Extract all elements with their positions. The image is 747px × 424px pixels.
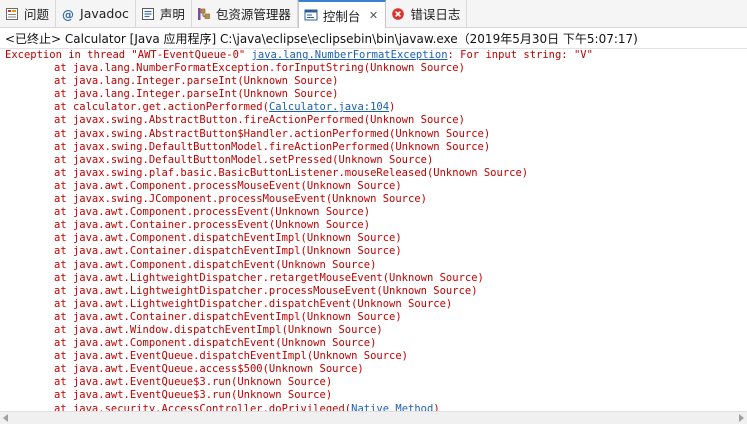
- package-explorer-icon: [197, 7, 211, 21]
- stack-frame-line: at java.awt.Component.dispatchEvent(Unkn…: [5, 337, 747, 350]
- source-file-link[interactable]: Calculator.java:104: [269, 101, 389, 113]
- stack-frame-line: at javax.swing.plaf.basic.BasicButtonLis…: [5, 167, 747, 180]
- stack-frame-text: at java.security.AccessController.doPriv…: [54, 402, 352, 411]
- stack-frame-line: at java.awt.Window.dispatchEventImpl(Unk…: [5, 324, 747, 337]
- stack-frame-text: at java.lang.Integer.parseInt(Unknown So…: [54, 75, 339, 88]
- stack-frame-text: at java.awt.Component.dispatchEvent(Unkn…: [54, 337, 377, 350]
- stack-frame-line: at javax.swing.AbstractButton$Handler.ac…: [5, 128, 747, 141]
- stack-frame-text: at javax.swing.JComponent.processMouseEv…: [54, 193, 427, 206]
- svg-text:@: @: [62, 8, 74, 21]
- scroll-left-arrow-icon[interactable]: [3, 414, 8, 422]
- stack-frame-text: at calculator.get.actionPerformed(: [54, 101, 269, 114]
- view-tab-bar: 问题 @ Javadoc 声明 包资源管理器 控制台 ✕ 错误日志: [0, 0, 747, 28]
- tab-label: 问题: [24, 7, 50, 22]
- stack-frame-text: at java.lang.NumberFormatException.forIn…: [54, 62, 465, 75]
- stack-frame-line: at javax.swing.DefaultButtonModel.setPre…: [5, 154, 747, 167]
- stack-frame-line: at java.lang.Integer.parseInt(Unknown So…: [5, 75, 747, 88]
- stack-frame-text: at java.awt.Container.dispatchEventImpl(…: [54, 310, 402, 323]
- stack-frame-text: at java.awt.Component.processEvent(Unkno…: [54, 206, 371, 219]
- stack-frame-line: at java.awt.Component.dispatchEventImpl(…: [5, 232, 747, 245]
- console-view: 问题 @ Javadoc 声明 包资源管理器 控制台 ✕ 错误日志 <已终止> …: [0, 0, 747, 424]
- error-log-icon: [391, 7, 405, 21]
- stack-frame-line: at java.awt.EventQueue.access$500(Unknow…: [5, 363, 747, 376]
- exception-line: Exception in thread "AWT-EventQueue-0" j…: [5, 49, 747, 62]
- exception-class-link[interactable]: java.lang.NumberFormatException: [252, 49, 448, 61]
- tab-console[interactable]: 控制台 ✕: [297, 0, 387, 28]
- stack-frame-line: at javax.swing.DefaultButtonModel.fireAc…: [5, 141, 747, 154]
- stack-frame-line: at java.awt.EventQueue$3.run(Unknown Sou…: [5, 376, 747, 389]
- stack-frame-text: at java.awt.Component.dispatchEventImpl(…: [54, 232, 402, 245]
- problems-icon: [5, 7, 19, 21]
- stack-frame-text: at java.awt.EventQueue.dispatchEventImpl…: [54, 350, 409, 363]
- stack-frame-text: at java.awt.LightweightDispatcher.dispat…: [54, 297, 453, 310]
- stack-frame-line: at java.awt.EventQueue.dispatchEventImpl…: [5, 350, 747, 363]
- tab-label: Javadoc: [80, 6, 129, 21]
- stack-frame-text: at java.awt.Window.dispatchEventImpl(Unk…: [54, 323, 383, 336]
- stack-frame-text: at java.awt.EventQueue.access$500(Unknow…: [54, 363, 364, 376]
- stack-frame-line: at java.awt.LightweightDispatcher.retarg…: [5, 272, 747, 285]
- tab-problems[interactable]: 问题: [0, 0, 57, 27]
- stack-frame-line: at java.awt.Component.dispatchEvent(Unkn…: [5, 259, 747, 272]
- tab-package-explorer[interactable]: 包资源管理器: [192, 0, 298, 27]
- stack-frame-text: at java.awt.EventQueue$3.run(Unknown Sou…: [54, 376, 333, 389]
- horizontal-scrollbar[interactable]: [0, 411, 747, 424]
- stack-frame-line: at java.lang.Integer.parseInt(Unknown So…: [5, 88, 747, 101]
- console-output[interactable]: Exception in thread "AWT-EventQueue-0" j…: [0, 49, 747, 411]
- declaration-icon: [141, 7, 155, 21]
- stack-frame-line: at java.awt.Component.processMouseEvent(…: [5, 180, 747, 193]
- stack-frame-text: at java.awt.Container.dispatchEventImpl(…: [54, 245, 402, 258]
- stack-frame-text: at java.awt.Component.processMouseEvent(…: [54, 179, 402, 192]
- tab-label: 控制台: [322, 8, 361, 24]
- native-method-label: Native Method: [351, 402, 434, 411]
- stack-frame-line: at java.awt.EventQueue$3.run(Unknown Sou…: [5, 389, 747, 402]
- stack-frame-line: at java.awt.Container.dispatchEventImpl(…: [5, 311, 747, 324]
- tab-error-log[interactable]: 错误日志: [386, 0, 468, 27]
- tab-label: 声明: [159, 7, 185, 22]
- stack-frame-line: at javax.swing.JComponent.processMouseEv…: [5, 193, 747, 206]
- stack-frame-line: at java.awt.LightweightDispatcher.dispat…: [5, 298, 747, 311]
- stack-frame-line: at java.awt.Container.dispatchEventImpl(…: [5, 245, 747, 258]
- exception-prefix: Exception in thread "AWT-EventQueue-0": [5, 49, 252, 61]
- stack-frame-text: at java.awt.LightweightDispatcher.proces…: [54, 284, 478, 297]
- stack-frame-text: at java.awt.Component.dispatchEvent(Unkn…: [54, 258, 377, 271]
- stack-frame-line: at java.security.AccessController.doPriv…: [5, 403, 747, 411]
- stack-frame-text: at javax.swing.DefaultButtonModel.fireAc…: [54, 140, 491, 153]
- stack-frame-line: at java.lang.NumberFormatException.forIn…: [5, 62, 747, 75]
- stack-frame-text: at javax.swing.plaf.basic.BasicButtonLis…: [54, 166, 529, 179]
- stack-frame-line: at java.awt.LightweightDispatcher.proces…: [5, 285, 747, 298]
- stack-frame-text: at javax.swing.AbstractButton$Handler.ac…: [54, 127, 491, 140]
- stack-frame-text: at java.lang.Integer.parseInt(Unknown So…: [54, 88, 339, 101]
- tab-label: 包资源管理器: [215, 7, 291, 22]
- stack-trace: at java.lang.NumberFormatException.forIn…: [5, 62, 747, 411]
- stack-frame-line: at java.awt.Component.processEvent(Unkno…: [5, 206, 747, 219]
- stack-frame-suffix: ): [389, 101, 396, 114]
- stack-frame-text: at java.awt.EventQueue$3.run(Unknown Sou…: [54, 389, 333, 402]
- tab-javadoc[interactable]: @ Javadoc: [56, 0, 136, 27]
- stack-frame-text: at javax.swing.DefaultButtonModel.setPre…: [54, 153, 434, 166]
- process-status-label: <已终止> Calculator [Java 应用程序] C:\java\ecl…: [0, 29, 747, 49]
- stack-frame-text: at java.awt.LightweightDispatcher.retarg…: [54, 271, 484, 284]
- exception-message: : For input string: "V": [447, 49, 593, 61]
- stack-frame-line: at javax.swing.AbstractButton.fireAction…: [5, 114, 747, 127]
- close-icon[interactable]: ✕: [367, 9, 379, 22]
- scroll-right-arrow-icon[interactable]: [739, 414, 744, 422]
- stack-frame-line: at calculator.get.actionPerformed(Calcul…: [5, 101, 747, 114]
- stack-frame-text: at javax.swing.AbstractButton.fireAction…: [54, 114, 465, 127]
- stack-frame-suffix: ): [433, 402, 440, 411]
- console-icon: [304, 8, 318, 22]
- tab-declaration[interactable]: 声明: [136, 0, 192, 27]
- stack-frame-line: at java.awt.Container.processEvent(Unkno…: [5, 219, 747, 232]
- stack-frame-text: at java.awt.Container.processEvent(Unkno…: [54, 219, 371, 232]
- tab-label: 错误日志: [410, 7, 461, 22]
- javadoc-icon: @: [61, 7, 75, 22]
